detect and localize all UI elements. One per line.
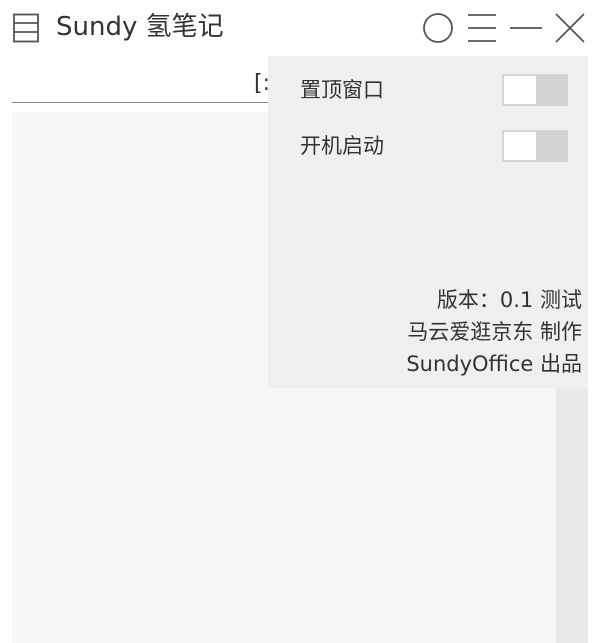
launch-on-startup-toggle[interactable] <box>502 130 568 162</box>
toggle-knob <box>504 132 536 160</box>
notebook-list-icon <box>12 13 42 43</box>
publisher-text: SundyOffice 出品 <box>406 352 582 376</box>
title-bar[interactable]: Sundy 氢笔记 <box>0 0 600 56</box>
close-icon <box>555 13 585 43</box>
settings-panel: 置顶窗口 开机启动 版本：0.1 测试 马云爱逛京东 制作 SundyOffic… <box>268 56 588 388</box>
circle-pin-icon <box>423 13 453 43</box>
setting-row-always-on-top: 置顶窗口 <box>300 72 570 108</box>
always-on-top-toggle[interactable] <box>502 74 568 106</box>
app-info: 版本：0.1 测试 马云爱逛京东 制作 SundyOffice 出品 <box>406 284 582 380</box>
minimize-button[interactable] <box>506 8 546 48</box>
pin-button[interactable] <box>418 8 458 48</box>
close-button[interactable] <box>550 8 590 48</box>
hamburger-menu-icon <box>468 14 496 42</box>
version-text: 版本：0.1 测试 <box>436 288 582 312</box>
menu-button[interactable] <box>462 8 502 48</box>
always-on-top-label: 置顶窗口 <box>300 78 384 102</box>
app-title: Sundy 氢笔记 <box>56 12 224 42</box>
author-text: 马云爱逛京东 制作 <box>407 320 582 344</box>
launch-on-startup-label: 开机启动 <box>300 134 384 158</box>
setting-row-launch-on-startup: 开机启动 <box>300 128 570 164</box>
minimize-icon <box>510 27 542 29</box>
toggle-knob <box>504 76 536 104</box>
search-input[interactable] <box>12 102 272 103</box>
